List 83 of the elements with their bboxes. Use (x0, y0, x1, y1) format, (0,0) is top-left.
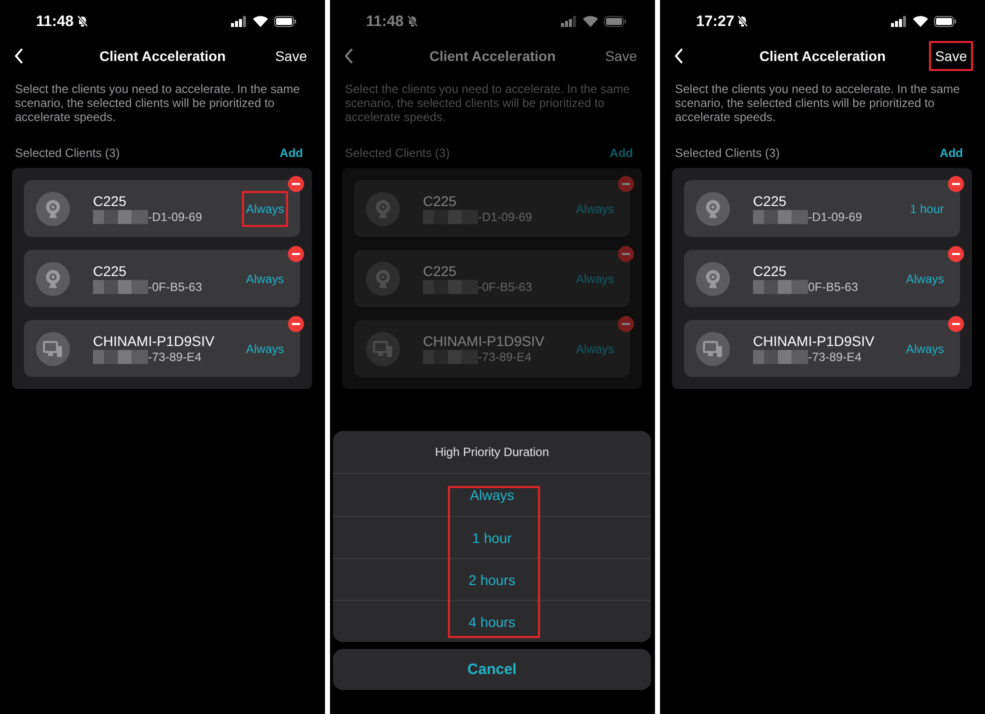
client-name: CHINAMI-P1D9SIV (423, 333, 546, 349)
battery-icon (274, 16, 297, 26)
camera-icon (374, 268, 392, 288)
duration-button[interactable]: Always (902, 330, 948, 366)
wifi-icon (253, 16, 268, 26)
client-mac: -0F-B5-63 (478, 280, 532, 294)
client-name: C225 (753, 193, 788, 209)
sheet-option[interactable]: 1 hour (333, 516, 651, 558)
remove-icon[interactable] (288, 246, 304, 262)
save-button[interactable]: Save (929, 41, 973, 71)
bell-slash-icon (737, 15, 748, 27)
save-button[interactable]: Save (599, 41, 643, 71)
pixelated-block (753, 280, 808, 294)
client-mac: -73-89-E4 (808, 350, 862, 364)
pixelated-block (423, 350, 478, 364)
description-text: Select the clients you need to accelerate. In the same scenario, the selected clients will be prioritized to accelerate speeds. (345, 82, 631, 124)
add-button[interactable]: Add (940, 146, 963, 160)
client-mac: -73-89-E4 (478, 350, 532, 364)
client-mac: -D1-09-69 (148, 210, 202, 224)
wifi-icon (913, 16, 928, 26)
duration-button[interactable]: Always (902, 260, 948, 296)
client-mac: -73-89-E4 (148, 350, 202, 364)
screen-title: Client Acceleration (429, 48, 556, 64)
section-label: Selected Clients (3) (675, 146, 780, 160)
signal-icon (891, 16, 907, 26)
remove-icon[interactable] (948, 176, 964, 192)
pixelated-block (753, 350, 808, 364)
screen-title: Client Acceleration (99, 48, 226, 64)
duration-button[interactable]: 1 hour (906, 190, 948, 226)
computer-icon (43, 340, 63, 358)
status-time: 11:48 (36, 12, 74, 30)
description-text: Select the clients you need to accelerate. In the same scenario, the selected clients will be prioritized to accelerate speeds. (675, 82, 961, 124)
pixelated-block (93, 280, 148, 294)
bell-slash-icon (76, 15, 88, 27)
wifi-icon (583, 16, 598, 26)
remove-icon[interactable] (288, 176, 304, 192)
signal-icon (561, 16, 577, 26)
sheet-option[interactable]: 4 hours (333, 600, 651, 642)
duration-button[interactable]: Always (242, 330, 288, 366)
camera-icon (704, 268, 722, 288)
battery-icon (604, 16, 627, 26)
pixelated-block (423, 280, 478, 294)
client-name: CHINAMI-P1D9SIV (93, 333, 216, 349)
add-button[interactable]: Add (280, 146, 303, 160)
duration-button[interactable]: Always (242, 260, 288, 296)
save-button[interactable]: Save (269, 41, 313, 71)
client-name: C225 (93, 193, 128, 209)
client-mac: -D1-09-69 (478, 210, 532, 224)
camera-icon (704, 198, 722, 218)
pixelated-block (423, 210, 478, 224)
battery-icon (934, 16, 957, 26)
pixelated-block (753, 210, 808, 224)
pixelated-block (93, 350, 148, 364)
cancel-button[interactable]: Cancel (333, 649, 651, 690)
client-name: CHINAMI-P1D9SIV (753, 333, 876, 349)
section-label: Selected Clients (3) (15, 146, 120, 160)
pixelated-block (93, 210, 148, 224)
client-name: C225 (93, 263, 128, 279)
status-time: 17:27 (696, 12, 734, 30)
bell-slash-icon (406, 15, 418, 27)
remove-icon[interactable] (948, 246, 964, 262)
client-mac: 0F-B5-63 (808, 280, 858, 294)
screen-title: Client Acceleration (759, 48, 886, 64)
client-mac: -0F-B5-63 (148, 280, 202, 294)
section-label: Selected Clients (3) (345, 146, 450, 160)
signal-icon (231, 16, 247, 26)
computer-icon (373, 340, 393, 358)
camera-icon (44, 268, 62, 288)
client-mac: -D1-09-69 (808, 210, 862, 224)
description-text: Select the clients you need to accelerate. In the same scenario, the selected clients will be prioritized to accelerate speeds. (15, 82, 301, 124)
client-name: C225 (423, 263, 458, 279)
sheet-option[interactable]: 2 hours (333, 558, 651, 600)
duration-button[interactable]: Always (242, 190, 288, 226)
sheet-title: High Priority Duration (434, 445, 550, 459)
sheet-option[interactable]: Always (333, 474, 651, 516)
client-name: C225 (423, 193, 458, 209)
client-name: C225 (753, 263, 788, 279)
camera-icon (44, 198, 62, 218)
remove-icon[interactable] (948, 316, 964, 332)
camera-icon (374, 198, 392, 218)
computer-icon (703, 340, 723, 358)
status-time: 11:48 (366, 12, 404, 30)
remove-icon[interactable] (288, 316, 304, 332)
